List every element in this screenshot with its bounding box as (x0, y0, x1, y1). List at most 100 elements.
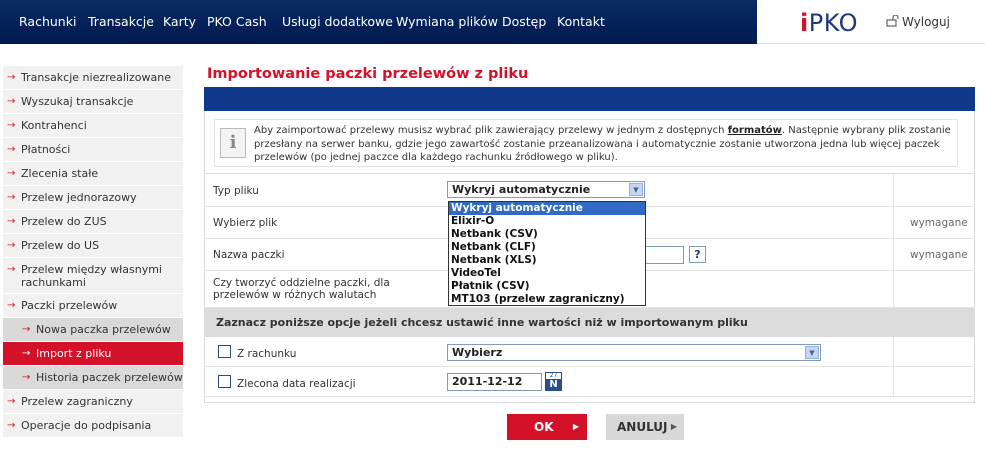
file-type-option[interactable]: Płatnik (CSV) (449, 280, 645, 293)
sidebar-item-label: Import z pliku (36, 347, 112, 360)
sidebar-item-przelew-zagraniczny[interactable]: → Przelew zagraniczny (3, 390, 183, 414)
sidebar-item-label: Kontrahenci (21, 119, 87, 132)
sidebar-item-zlecenia-stale[interactable]: → Zlecenia stałe (3, 162, 183, 186)
arrow-right-icon: → (7, 192, 16, 203)
calendar-icon[interactable]: 27 N (545, 372, 562, 391)
chevron-down-icon: ▼ (629, 183, 643, 196)
sidebar-item-label: Przelew jednorazowy (21, 191, 137, 204)
nav-uslugi-dodatkowe[interactable]: Usługi dodatkowe (282, 15, 393, 29)
arrow-right-icon: → (22, 348, 31, 359)
help-icon[interactable]: ? (689, 246, 706, 263)
calendar-letter: N (546, 379, 561, 390)
info-text-part: Aby zaimportować przelewy musisz wybrać … (254, 125, 728, 136)
header-bar (204, 87, 975, 111)
sidebar-item-kontrahenci[interactable]: → Kontrahenci (3, 114, 183, 138)
file-type-select[interactable]: Wykryj automatycznie ▼ (447, 181, 645, 198)
nav-wymiana-plikow[interactable]: Wymiana plików (396, 15, 498, 29)
separate-packages-label: Czy tworzyć oddzielne paczki, dla przele… (213, 277, 390, 301)
file-type-label: Typ pliku (213, 185, 259, 197)
sidebar-item-transakcje-niezrealizowane[interactable]: → Transakcje niezrealizowane (3, 66, 183, 90)
from-account-select[interactable]: Wybierz ▼ (447, 344, 821, 361)
arrow-right-icon: → (7, 96, 16, 107)
required-note: wymagane (910, 217, 968, 229)
from-account-label: Z rachunku (237, 348, 297, 360)
info-icon: i (220, 128, 246, 158)
cancel-button[interactable]: ANULUJ ▶ (606, 414, 684, 440)
file-type-option[interactable]: Netbank (CLF) (449, 241, 645, 254)
sidebar-item-label: Przelew do US (21, 239, 100, 252)
arrow-right-icon: → (7, 216, 16, 227)
sidebar-item-label: Operacje do podpisania (21, 419, 152, 432)
sidebar-item-label: Przelew zagraniczny (21, 395, 133, 408)
triangle-right-icon: ▶ (572, 422, 579, 431)
ok-button[interactable]: OK ▶ (507, 414, 587, 440)
column-divider (893, 175, 894, 206)
file-type-options: Wykryj automatycznie Elixir-O Netbank (C… (448, 201, 646, 306)
sidebar-item-label: Przelew między własnymi rachunkami (21, 263, 162, 289)
required-note: wymagane (910, 249, 968, 261)
package-name-input[interactable] (645, 246, 684, 264)
file-type-selected-value: Wykryj automatycznie (452, 183, 591, 196)
logo-area (757, 0, 985, 44)
sidebar-item-label: Wyszukaj transakcje (21, 95, 134, 108)
sidebar-item-przelew-jednorazowy[interactable]: → Przelew jednorazowy (3, 186, 183, 210)
from-account-checkbox[interactable] (218, 345, 231, 358)
sidebar-subitem-nowa-paczka[interactable]: → Nowa paczka przelewów (3, 318, 183, 342)
file-type-option[interactable]: Netbank (XLS) (449, 254, 645, 267)
column-divider (893, 337, 894, 366)
info-box: i Aby zaimportować przelewy musisz wybra… (214, 119, 958, 167)
sidebar-item-operacje-do-podpisania[interactable]: → Operacje do podpisania (3, 414, 183, 438)
logout-button[interactable]: Wyloguj (886, 14, 950, 29)
nav-pko-cash[interactable]: PKO Cash (207, 15, 267, 29)
nav-rachunki[interactable]: Rachunki (19, 15, 76, 29)
arrow-right-icon: → (22, 372, 31, 383)
file-type-option[interactable]: Netbank (CSV) (449, 228, 645, 241)
execution-date-label: Zlecona data realizacji (237, 378, 356, 390)
nav-transakcje[interactable]: Transakcje (88, 15, 154, 29)
from-account-selected-value: Wybierz (452, 346, 503, 359)
sidebar-item-label: Nowa paczka przelewów (36, 323, 171, 336)
sidebar-item-przelew-do-us[interactable]: → Przelew do US (3, 234, 183, 258)
execution-date-input[interactable]: 2011-12-12 (447, 373, 542, 391)
execution-date-checkbox[interactable] (218, 375, 231, 388)
main-navigation: Rachunki Transakcje Karty PKO Cash Usług… (0, 0, 757, 44)
nav-dostep[interactable]: Dostęp (502, 15, 546, 29)
top-bar: Rachunki Transakcje Karty PKO Cash Usług… (0, 0, 985, 44)
choose-file-label: Wybierz plik (213, 217, 278, 229)
arrow-right-icon: → (7, 264, 16, 275)
ok-label: OK (534, 420, 554, 434)
sidebar-subitem-historia-paczek[interactable]: → Historia paczek przelewów (3, 366, 183, 390)
sidebar-item-paczki-przelewow[interactable]: → Paczki przelewów (3, 294, 183, 318)
sidebar-item-label: Przelew do ZUS (21, 215, 107, 228)
sidebar-subitem-import-z-pliku[interactable]: → Import z pliku (3, 342, 183, 366)
column-divider (893, 207, 894, 238)
file-type-option[interactable]: Elixir-O (449, 215, 645, 228)
arrow-right-icon: → (7, 120, 16, 131)
sidebar-item-przelew-miedzy-wlasnymi[interactable]: → Przelew między własnymi rachunkami (3, 258, 183, 294)
column-divider (893, 367, 894, 396)
sidebar-menu: → Transakcje niezrealizowane → Wyszukaj tr… (3, 66, 183, 438)
file-type-option[interactable]: VideoTel (449, 267, 645, 280)
logo-text: PKO (808, 9, 859, 37)
info-text: Aby zaimportować przelewy musisz wybrać … (254, 124, 974, 165)
arrow-right-icon: → (7, 240, 16, 251)
nav-kontakt[interactable]: Kontakt (557, 15, 605, 29)
lock-icon (886, 14, 900, 27)
arrow-right-icon: → (22, 324, 31, 335)
logout-label: Wyloguj (902, 15, 950, 29)
row-execution-date: Zlecona data realizacji (204, 367, 975, 397)
file-type-option[interactable]: Wykryj automatycznie (449, 202, 645, 215)
sidebar-item-platnosci[interactable]: → Płatności (3, 138, 183, 162)
sidebar-item-przelew-do-zus[interactable]: → Przelew do ZUS (3, 210, 183, 234)
info-section: i Aby zaimportować przelewy musisz wybra… (204, 111, 975, 174)
sidebar-item-label: Transakcje niezrealizowane (21, 71, 171, 84)
chevron-down-icon: ▼ (805, 346, 819, 359)
ipko-logo: iPKO (800, 9, 858, 37)
logo-letter-i: i (800, 9, 809, 37)
sidebar-item-label: Zlecenia stałe (21, 167, 99, 180)
cancel-label: ANULUJ (617, 420, 668, 434)
nav-karty[interactable]: Karty (163, 15, 196, 29)
file-type-option[interactable]: MT103 (przelew zagraniczny) (449, 293, 645, 306)
sidebar-item-wyszukaj-transakcje[interactable]: → Wyszukaj transakcje (3, 90, 183, 114)
formats-link[interactable]: formatów (728, 125, 782, 136)
